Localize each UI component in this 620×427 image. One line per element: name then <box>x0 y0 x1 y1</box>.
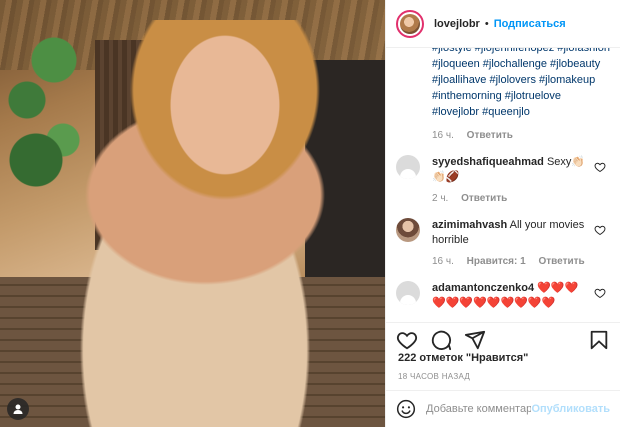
add-comment-bar: Опубликовать <box>386 390 620 427</box>
publish-button[interactable]: Опубликовать <box>531 403 610 415</box>
reply-button[interactable]: Ответить <box>461 193 507 204</box>
follow-button[interactable]: Подписаться <box>494 18 566 30</box>
comment-icon[interactable] <box>430 329 452 351</box>
woman-figure <box>75 20 335 427</box>
heart-icon[interactable] <box>396 329 418 351</box>
share-icon[interactable] <box>464 329 486 351</box>
post-timestamp: 18 ЧАСОВ НАЗАД <box>398 372 471 381</box>
comment-likes[interactable]: Нравится: 1 <box>467 256 526 267</box>
hashtag-text[interactable]: #jlostyle #jlojenniferlopez #jlofashion … <box>432 48 610 118</box>
list-item: azimimahvash All your movies horrible 16… <box>396 218 610 267</box>
post-header: lovejlobr • Подписаться <box>386 0 620 48</box>
likes-count[interactable]: 222 отметок "Нравится" <box>398 352 528 364</box>
comment-input[interactable] <box>426 403 532 415</box>
post-username[interactable]: lovejlobr <box>434 18 480 30</box>
emoji-icon[interactable] <box>396 399 416 419</box>
comment-time: 2 ч. <box>432 193 449 204</box>
separator-dot: • <box>484 17 489 30</box>
comment-username[interactable]: syyedshafiqueahmad <box>432 156 544 168</box>
heart-icon[interactable] <box>594 224 606 236</box>
comment-username[interactable]: adamantonczenko4 <box>432 282 534 294</box>
comments-list[interactable]: #jlostyle #jlojenniferlopez #jlofashion … <box>386 48 620 316</box>
avatar[interactable] <box>396 281 420 305</box>
avatar[interactable] <box>396 218 420 242</box>
post-panel: lovejlobr • Подписаться #jlostyle #jloje… <box>385 0 620 427</box>
post-photo[interactable] <box>0 0 385 427</box>
caption-time: 16 ч. <box>432 130 454 141</box>
list-item: syyedshafiqueahmad Sexy👏🏻👏🏻🏈 2 ч. Ответи… <box>396 155 610 204</box>
heart-icon[interactable] <box>594 287 606 299</box>
avatar[interactable] <box>396 155 420 179</box>
list-item: adamantonczenko4 ❤️❤️❤️❤️❤️❤️❤️❤️❤️❤️❤️❤… <box>396 281 610 311</box>
reply-button[interactable]: Ответить <box>467 130 513 141</box>
heart-icon[interactable] <box>594 161 606 173</box>
user-tag-icon[interactable] <box>7 398 29 420</box>
avatar[interactable] <box>396 9 424 38</box>
reply-button[interactable]: Ответить <box>538 256 584 267</box>
comment-username[interactable]: azimimahvash <box>432 219 507 231</box>
comment-time: 16 ч. <box>432 256 454 267</box>
bookmark-icon[interactable] <box>588 329 610 351</box>
action-bar <box>386 322 620 356</box>
caption-meta: 16 ч. Ответить <box>396 130 610 141</box>
caption-hashtags: #jlostyle #jlojenniferlopez #jlofashion … <box>396 48 610 120</box>
